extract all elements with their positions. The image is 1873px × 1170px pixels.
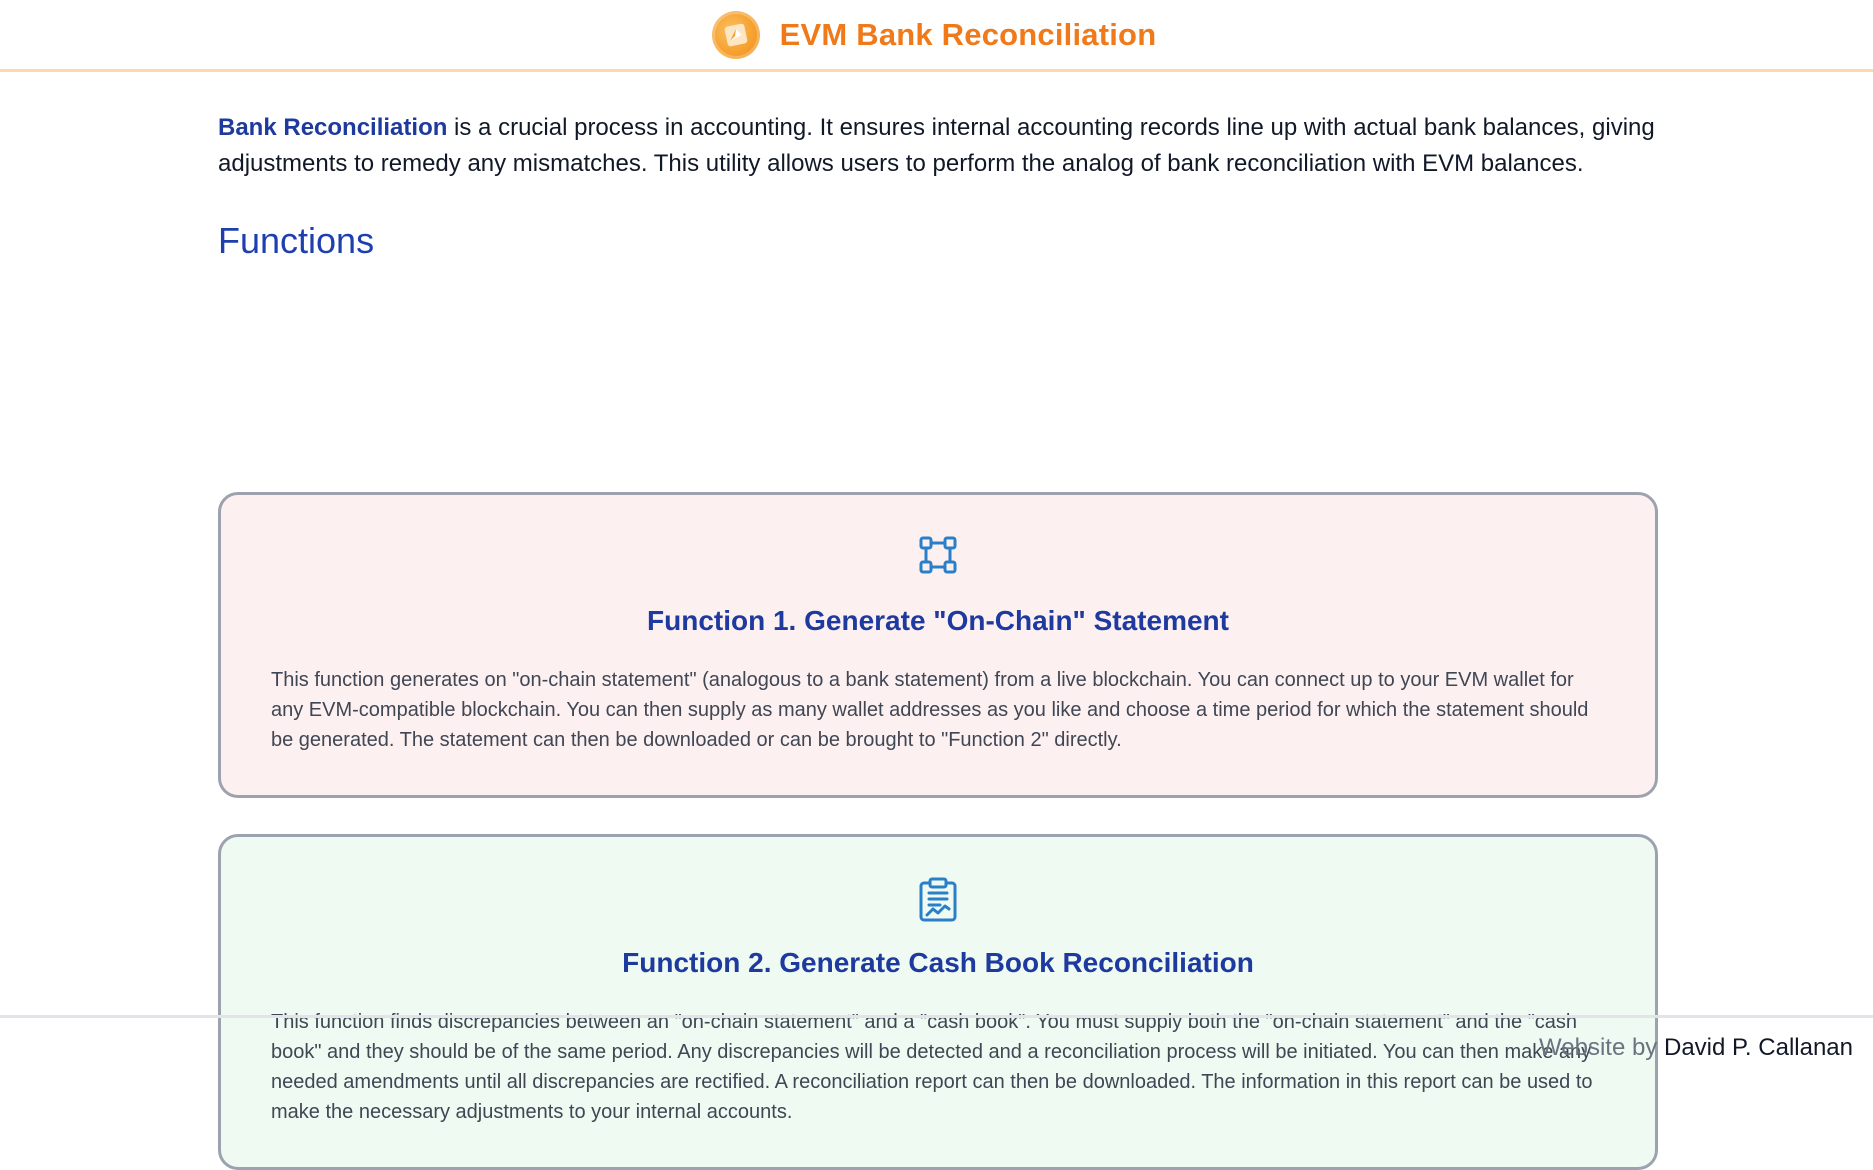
- function-card-1[interactable]: Function 1. Generate "On-Chain" Statemen…: [218, 492, 1658, 798]
- app-title: EVM Bank Reconciliation: [779, 16, 1157, 52]
- footer-divider: [0, 1015, 1873, 1018]
- compass-icon: [711, 10, 760, 59]
- function-2-description: This function finds discrepancies betwee…: [271, 1011, 1593, 1123]
- network-nodes-icon: [271, 535, 1605, 579]
- function-2-title: Function 2. Generate Cash Book Reconcili…: [622, 947, 1254, 978]
- function-1-title: Function 1. Generate "On-Chain" Statemen…: [647, 605, 1229, 636]
- clipboard-chart-icon: [271, 877, 1605, 922]
- function-1-description: This function generates on "on-chain sta…: [271, 669, 1589, 751]
- header-brand[interactable]: EVM Bank Reconciliation: [711, 10, 1157, 59]
- function-card-2[interactable]: Function 2. Generate Cash Book Reconcili…: [218, 834, 1658, 1170]
- intro-highlight: Bank Reconciliation: [218, 114, 448, 141]
- author-link[interactable]: David P. Callanan: [1664, 1034, 1853, 1061]
- functions-heading: Functions: [218, 220, 375, 261]
- app-header: EVM Bank Reconciliation: [0, 0, 1873, 72]
- footer-credit: Website by David P. Callanan: [1539, 1034, 1853, 1062]
- intro-paragraph: Bank Reconciliation is a crucial process…: [218, 110, 1658, 182]
- main-content: Bank Reconciliation is a crucial process…: [218, 72, 1658, 1170]
- footer-prefix: Website by: [1539, 1034, 1664, 1061]
